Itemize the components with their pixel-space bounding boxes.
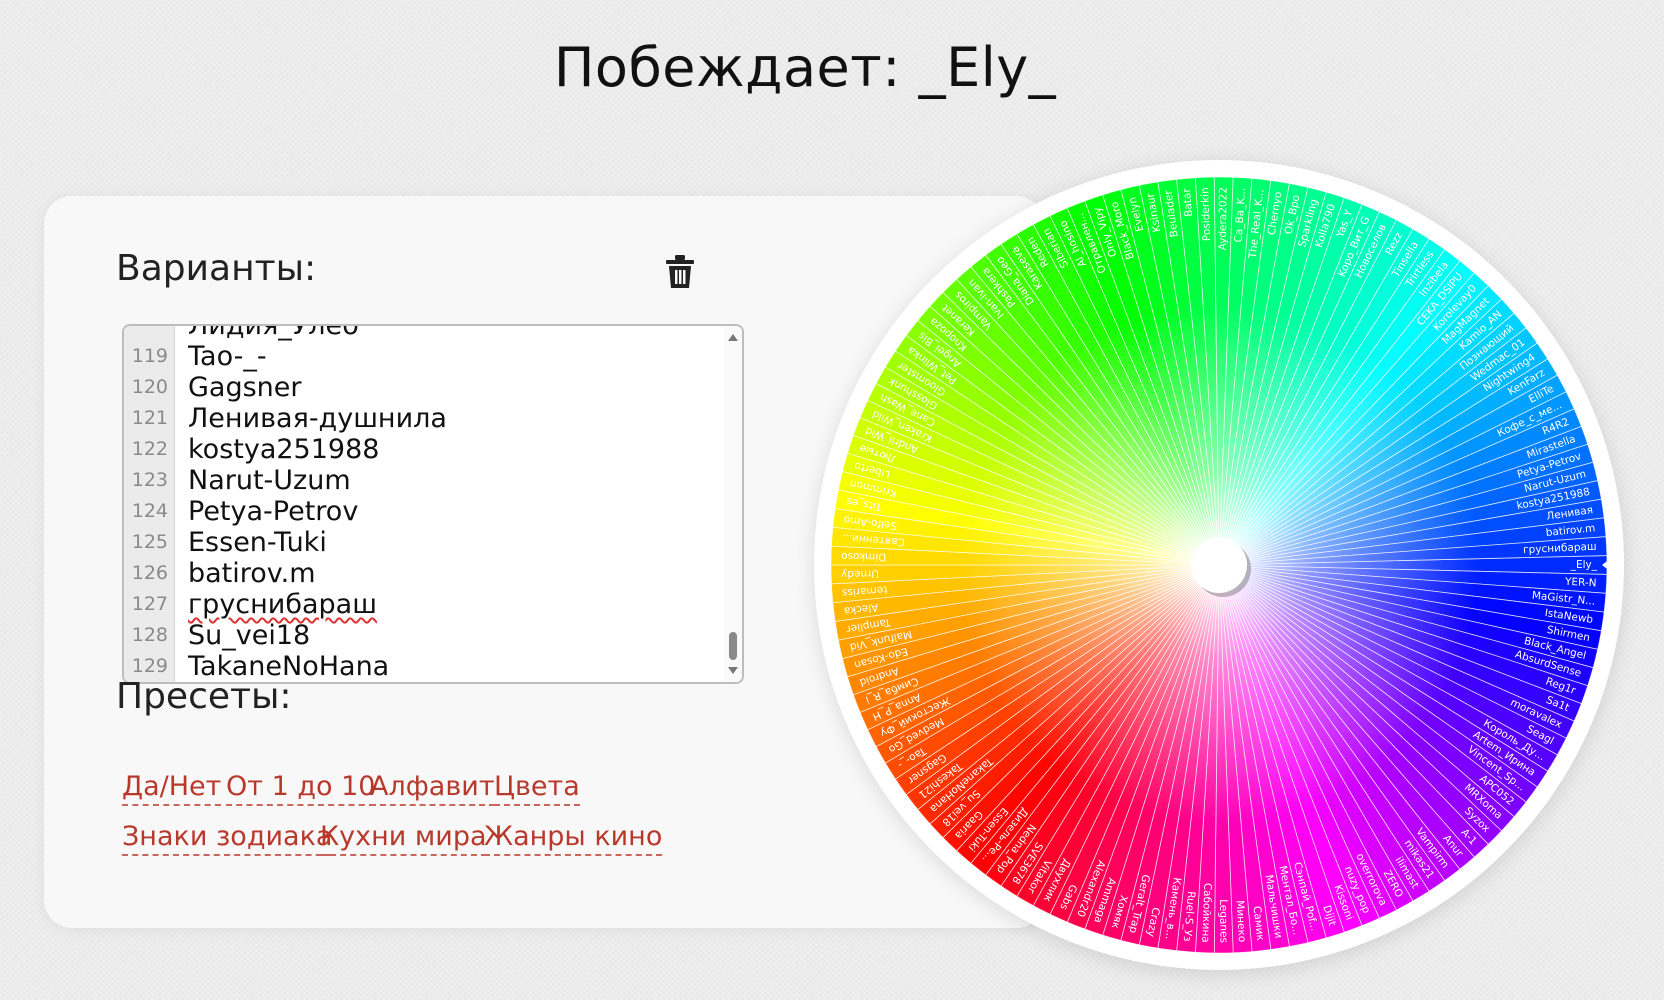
scroll-down-arrow-icon[interactable] — [728, 667, 738, 674]
wheel-segment-label: _Ely_ — [1570, 559, 1598, 571]
option-line[interactable]: 126 batirov.m — [124, 558, 742, 589]
wheel-pointer-icon — [1602, 551, 1620, 579]
options-editor[interactable]: Лидия_Улеб 119 Tao-_- 120 Gagsner 121 Ленивая… — [122, 324, 744, 684]
preset-movie-genres[interactable]: Жанры кино — [484, 820, 663, 856]
partial-line-text: Лидия_Улеб — [188, 324, 359, 341]
line-number: 119 — [131, 345, 168, 367]
line-number: 122 — [131, 438, 168, 460]
option-line[interactable]: 122 kostya251988 — [124, 434, 742, 465]
line-number: 126 — [131, 562, 168, 584]
option-text[interactable]: Narut-Uzum — [188, 465, 351, 496]
option-line[interactable]: 127 груснибараш — [124, 589, 742, 620]
line-number: 120 — [131, 376, 168, 398]
winner-title: Побеждает: _Ely_ — [553, 36, 1057, 99]
option-line[interactable]: 124 Petya-Petrov — [124, 496, 742, 527]
presets-title: Пресеты: — [116, 676, 292, 717]
option-line[interactable]: 128 Su_vei18 — [124, 620, 742, 651]
preset-1-to-10[interactable]: От 1 до 10 — [226, 770, 376, 806]
option-line[interactable]: 123 Narut-Uzum — [124, 465, 742, 496]
option-line[interactable]: 119 Tao-_- — [124, 341, 742, 372]
line-number: 121 — [131, 407, 168, 429]
wheel-segment-label: Dimkoso — [841, 550, 887, 563]
option-text[interactable]: Petya-Petrov — [188, 496, 358, 527]
wheel-segment-label: Aydera2022 — [1217, 187, 1230, 250]
option-line[interactable]: 120 Gagsner — [124, 372, 742, 403]
option-line[interactable]: 121 Ленивая-душнила — [124, 403, 742, 434]
wheel-segment-label: Сабойкина — [1199, 883, 1213, 943]
wheel-segment-label: Leganes — [1217, 899, 1230, 943]
editor-scrollbar[interactable] — [724, 326, 742, 682]
line-number: 128 — [131, 624, 168, 646]
partial-line: Лидия_Улеб — [124, 324, 742, 341]
presets-row-1: Да/Нет От 1 до 10 Алфавит Цвета — [122, 770, 722, 820]
presets-list: Да/Нет От 1 до 10 Алфавит Цвета Знаки зо… — [122, 770, 722, 870]
option-text[interactable]: Ленивая-душнила — [188, 403, 447, 434]
trash-icon[interactable] — [664, 254, 696, 290]
option-text[interactable]: batirov.m — [188, 558, 316, 589]
option-line[interactable]: 125 Essen-Tuki — [124, 527, 742, 558]
preset-alphabet[interactable]: Алфавит — [370, 770, 495, 806]
scroll-thumb[interactable] — [729, 632, 737, 660]
spin-wheel[interactable]: _Ely_ YER-N MaGistr_N... IstaNewb Shirmen Bla… — [814, 160, 1624, 970]
preset-cuisines[interactable]: Кухни мира — [320, 820, 487, 856]
option-text[interactable]: kostya251988 — [188, 434, 379, 465]
line-number: 123 — [131, 469, 168, 491]
wheel-graphic[interactable]: _Ely_YER-NMaGistr_N...IstaNewbShirmenBla… — [814, 160, 1624, 970]
line-number: 127 — [131, 593, 168, 615]
scroll-up-arrow-icon[interactable] — [728, 334, 738, 341]
wheel-segment-label: Posiderkin — [1199, 187, 1213, 241]
options-lines: Лидия_Улеб 119 Tao-_- 120 Gagsner 121 Ленивая… — [124, 324, 742, 682]
wheel-segment-label: YER-N — [1564, 576, 1597, 590]
presets-row-2: Знаки зодиака Кухни мира Жанры кино — [122, 820, 722, 870]
preset-colors[interactable]: Цвета — [494, 770, 580, 806]
option-text[interactable]: груснибараш — [188, 589, 377, 620]
wheel-segment-label: Urnedy — [841, 567, 879, 580]
wheel-segment-label: Batar — [1181, 187, 1195, 217]
preset-zodiac[interactable]: Знаки зодиака — [122, 820, 333, 856]
wheel-segment-label: Минеко — [1233, 900, 1248, 943]
option-text[interactable]: Su_vei18 — [188, 620, 310, 651]
options-title: Варианты: — [116, 248, 317, 289]
wheel-hub[interactable] — [1191, 537, 1247, 593]
line-number: 124 — [131, 500, 168, 522]
option-text[interactable]: Essen-Tuki — [188, 527, 327, 558]
line-number: 125 — [131, 531, 168, 553]
preset-yes-no[interactable]: Да/Нет — [122, 770, 222, 806]
option-text[interactable]: Tao-_- — [188, 341, 267, 372]
option-text[interactable]: Gagsner — [188, 372, 302, 403]
